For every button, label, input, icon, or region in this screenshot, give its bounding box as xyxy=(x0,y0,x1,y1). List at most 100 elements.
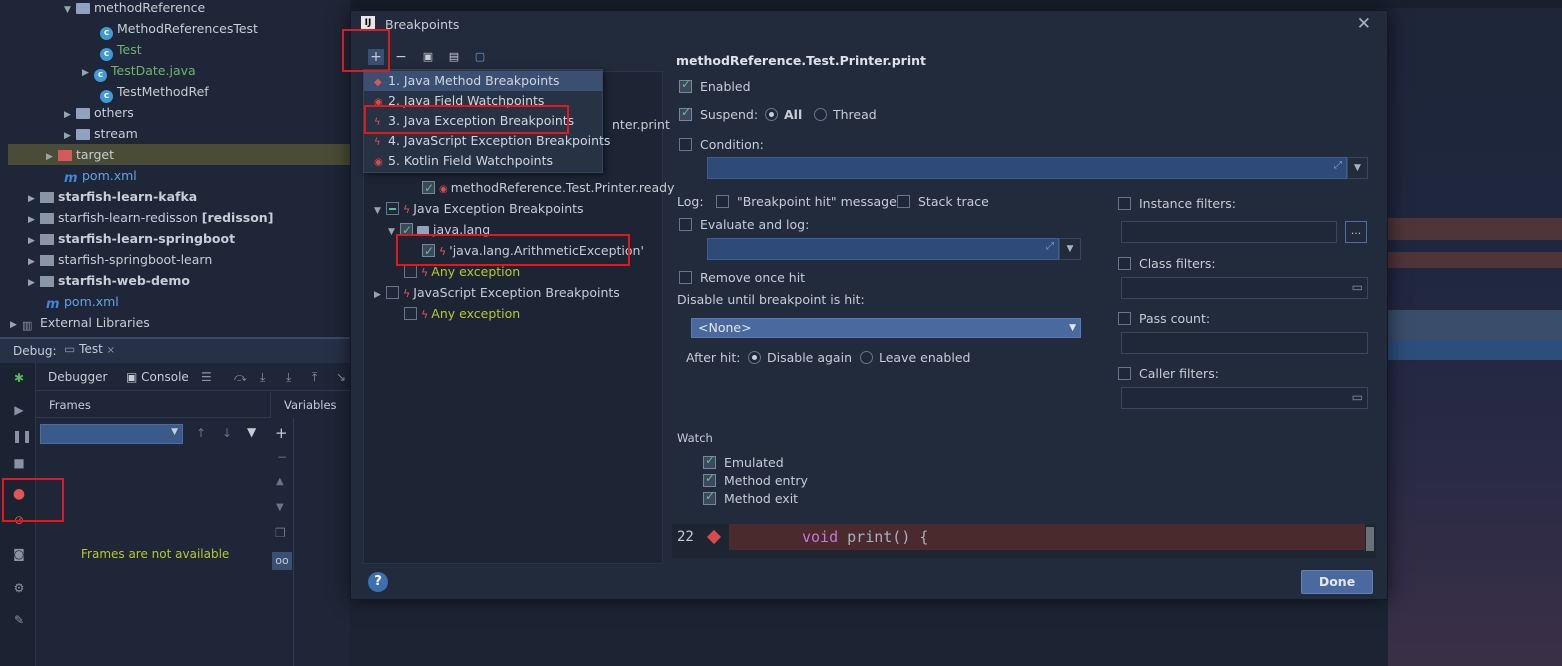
pause-icon[interactable]: ❚❚ xyxy=(12,429,32,443)
checkbox[interactable] xyxy=(1118,367,1131,380)
condition-history-dropdown[interactable]: ▼ xyxy=(1347,157,1368,179)
settings-icon[interactable]: ⚙ xyxy=(12,581,26,595)
suspend-thread-radio[interactable]: Thread xyxy=(814,107,877,122)
step-into-icon[interactable]: ⤓ xyxy=(260,370,265,385)
menu-item-java-method[interactable]: ◆ 1. Java Method Breakpoints xyxy=(364,71,602,91)
done-button[interactable]: Done xyxy=(1301,570,1373,594)
tree-item-class[interactable]: c MethodReferencesTest xyxy=(100,18,258,40)
menu-item-kotlin-field[interactable]: ◉ 5. Kotlin Field Watchpoints xyxy=(364,151,602,171)
checkbox[interactable] xyxy=(897,195,910,208)
add-icon[interactable]: + xyxy=(275,424,288,442)
tree-item-external-libraries[interactable]: ▶ ▥ External Libraries xyxy=(10,312,150,333)
checkbox[interactable] xyxy=(1118,312,1131,325)
remove-breakpoint-button[interactable]: − xyxy=(393,49,409,65)
instance-filters-checkbox[interactable]: Instance filters: xyxy=(1118,196,1236,211)
method-exit-checkbox[interactable]: Method exit xyxy=(703,489,798,506)
tree-item-class[interactable]: ▶ c TestDate.java xyxy=(82,60,196,82)
tree-item-module[interactable]: ▶ starfish-web-demo xyxy=(28,270,190,291)
resume-icon[interactable]: ▶ xyxy=(12,403,26,417)
checkbox[interactable] xyxy=(716,195,729,208)
tree-item-module[interactable]: ▶ starfish-learn-springboot xyxy=(28,228,235,249)
run-to-cursor-icon[interactable]: ↘ xyxy=(336,370,346,384)
tree-item-pom[interactable]: m pom.xml xyxy=(64,165,137,186)
condition-checkbox[interactable]: Condition: xyxy=(679,137,764,152)
evaluate-log-field[interactable]: ⤢ xyxy=(707,238,1059,260)
scrollbar[interactable] xyxy=(1366,527,1374,551)
close-icon[interactable]: ✕ xyxy=(1357,14,1371,34)
tree-item-class[interactable]: c Test xyxy=(100,39,142,61)
pass-count-field[interactable] xyxy=(1121,332,1368,354)
move-down-icon[interactable]: ▼ xyxy=(276,502,284,513)
checkbox[interactable] xyxy=(1118,257,1131,270)
force-step-into-icon[interactable]: ⤓ xyxy=(286,370,291,385)
condition-field[interactable]: ⤢ xyxy=(707,157,1347,179)
checkbox[interactable] xyxy=(679,105,692,121)
class-filters-field[interactable]: ▭ xyxy=(1121,277,1368,299)
pass-count-checkbox[interactable]: Pass count: xyxy=(1118,311,1210,326)
checkbox[interactable] xyxy=(679,271,692,284)
thread-selector[interactable] xyxy=(40,424,183,444)
remove-once-hit-checkbox[interactable]: Remove once hit xyxy=(679,270,805,285)
checkbox[interactable] xyxy=(679,77,692,93)
checkbox[interactable] xyxy=(386,286,399,299)
radio[interactable] xyxy=(860,351,873,364)
checkbox[interactable] xyxy=(703,489,716,505)
menu-icon[interactable]: ☰ xyxy=(201,370,212,384)
checkbox[interactable] xyxy=(1118,197,1131,210)
suspend-checkbox[interactable]: Suspend: xyxy=(679,105,758,122)
checkbox[interactable] xyxy=(386,202,399,215)
log-message-checkbox[interactable]: "Breakpoint hit" message xyxy=(716,194,897,209)
group-java-exception-breakpoints[interactable]: ▼ ϟ Java Exception Breakpoints xyxy=(374,199,584,219)
stop-icon[interactable]: ■ xyxy=(12,456,26,470)
checkbox[interactable] xyxy=(404,307,417,320)
group-by-class-icon[interactable]: ▢ xyxy=(472,49,488,65)
menu-item-javascript-exception[interactable]: ϟ 4. JavaScript Exception Breakpoints xyxy=(364,131,610,151)
move-up-icon[interactable]: ▲ xyxy=(276,476,284,487)
tree-item-target[interactable]: ▶ target xyxy=(8,144,350,165)
tree-item-module[interactable]: ▶ starfish-springboot-learn xyxy=(28,249,212,270)
step-out-icon[interactable]: ⤒ xyxy=(312,370,317,385)
emulated-checkbox[interactable]: Emulated xyxy=(703,453,784,470)
close-tab-icon[interactable]: × xyxy=(107,345,115,356)
filter-icon[interactable]: ▼ xyxy=(247,425,256,439)
group-by-package-icon[interactable]: ▣ xyxy=(420,49,436,65)
breakpoint-any-exception-js[interactable]: ϟ Any exception xyxy=(404,304,520,324)
evaluate-log-dropdown[interactable]: ▼ xyxy=(1059,238,1081,260)
caller-filters-field[interactable]: ▭ xyxy=(1121,387,1368,409)
tab-debugger[interactable]: Debugger xyxy=(48,370,107,384)
pin-icon[interactable]: ✎ xyxy=(12,613,26,627)
tree-item-methodreference[interactable]: ▼ methodReference xyxy=(64,0,205,18)
checkbox[interactable] xyxy=(703,453,716,469)
copy-icon[interactable]: ❐ xyxy=(275,526,286,540)
leave-enabled-radio[interactable]: Leave enabled xyxy=(860,350,970,365)
tree-item-package[interactable]: ▶ others xyxy=(64,102,134,123)
tab-console[interactable]: ▣ Console xyxy=(126,370,189,384)
tree-item-module[interactable]: ▶ starfish-learn-redisson [redisson] xyxy=(28,207,273,228)
instance-filters-field[interactable] xyxy=(1121,221,1337,243)
expand-icon[interactable]: ⤢ xyxy=(1046,241,1054,252)
checkbox[interactable] xyxy=(404,265,417,278)
tree-item-class[interactable]: c TestMethodRef xyxy=(100,81,209,103)
arrow-up-icon[interactable]: ↑ xyxy=(196,426,206,440)
camera-icon[interactable]: ◙ xyxy=(12,547,26,561)
class-filters-checkbox[interactable]: Class filters: xyxy=(1118,256,1216,271)
breakpoint-item-partial[interactable]: nter.print xyxy=(612,115,670,135)
checkbox[interactable] xyxy=(703,471,716,487)
expand-icon[interactable]: ⤢ xyxy=(1334,160,1342,171)
arrow-down-icon[interactable]: ↓ xyxy=(222,426,232,440)
group-javascript-exception-breakpoints[interactable]: ▶ ϟ JavaScript Exception Breakpoints xyxy=(374,283,620,303)
remove-icon[interactable]: − xyxy=(277,450,287,464)
folder-open-icon[interactable]: ▭ xyxy=(1352,280,1363,294)
group-by-file-icon[interactable]: ▤ xyxy=(446,49,462,65)
enabled-checkbox[interactable]: Enabled xyxy=(679,77,751,94)
radio[interactable] xyxy=(748,351,761,364)
glasses-icon[interactable]: oo xyxy=(272,552,292,570)
instance-filters-more-button[interactable]: ... xyxy=(1345,221,1367,243)
evaluate-log-checkbox[interactable]: Evaluate and log: xyxy=(679,217,809,232)
caller-filters-checkbox[interactable]: Caller filters: xyxy=(1118,366,1219,381)
breakpoint-item-printer-ready[interactable]: ◉methodReference.Test.Printer.ready xyxy=(422,178,674,198)
folder-open-icon[interactable]: ▭ xyxy=(1352,390,1363,404)
tree-item-pom[interactable]: m pom.xml xyxy=(46,291,119,312)
step-over-icon[interactable]: ⤼ xyxy=(234,370,247,385)
tree-item-package[interactable]: ▶ stream xyxy=(64,123,138,144)
